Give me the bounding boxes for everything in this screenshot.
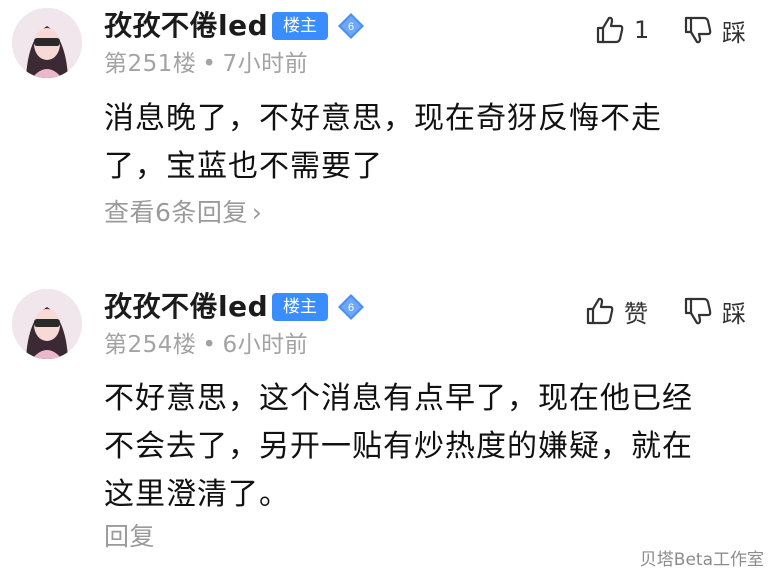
level-number: 6: [348, 21, 354, 33]
watermark: 贝塔Beta工作室: [639, 550, 764, 570]
content-line: 消息晚了，不好意思，现在奇犽反悔不走: [104, 101, 662, 136]
view-replies-link[interactable]: 查看6条回复 ›: [104, 196, 262, 230]
chevron-right-icon: ›: [251, 198, 263, 227]
like-count: 1: [634, 16, 650, 44]
post-meta: 第254楼 • 6小时前: [104, 330, 308, 360]
avatar[interactable]: [12, 289, 82, 359]
meta-separator: •: [202, 332, 217, 358]
reply-link[interactable]: 回复: [104, 520, 155, 554]
like-button[interactable]: 赞: [584, 294, 648, 328]
thumbs-down-icon: [684, 16, 712, 44]
floor-number: 第254楼: [104, 332, 197, 358]
comment-item: 孜孜不倦led 楼主 6 第254楼 • 6小时前 赞 踩 不好意思，这个消息有点早…: [0, 281, 774, 576]
avatar-image: [12, 8, 82, 78]
floor-number: 第251楼: [104, 51, 197, 77]
dislike-label: 踩: [722, 18, 746, 47]
like-label: 赞: [624, 299, 648, 328]
comment-content: 不好意思，这个消息有点早了，现在他已经 不会去了，另开一贴有炒热度的嫌疑，就在 …: [104, 375, 693, 519]
comment-item: 孜孜不倦led 楼主 6 第251楼 • 7小时前 1 踩 消息晚了，不好意思，现在…: [0, 0, 774, 262]
thumbs-up-icon: [596, 16, 624, 44]
view-replies-label: 查看6条回复: [104, 198, 248, 227]
reply-label: 回复: [104, 522, 156, 551]
diamond-level-icon: 6: [336, 292, 366, 322]
avatar-image: [12, 289, 82, 359]
host-badge: 楼主: [272, 12, 328, 40]
dislike-label: 踩: [722, 299, 746, 328]
username[interactable]: 孜孜不倦led: [104, 289, 268, 325]
comment-content: 消息晚了，不好意思，现在奇犽反悔不走 了，宝蓝也不需要了: [104, 95, 662, 191]
post-time: 6小时前: [222, 332, 309, 358]
like-button[interactable]: 1: [594, 13, 649, 47]
level-number: 6: [348, 302, 354, 314]
diamond-level-icon: 6: [336, 11, 366, 41]
thumbs-up-icon: [586, 297, 614, 325]
post-time: 7小时前: [222, 51, 309, 77]
content-line: 这里澄清了。: [104, 477, 290, 512]
content-line: 了，宝蓝也不需要了: [104, 149, 383, 184]
thumbs-down-icon: [684, 297, 712, 325]
content-line: 不会去了，另开一贴有炒热度的嫌疑，就在: [104, 429, 693, 464]
host-badge: 楼主: [272, 293, 328, 321]
dislike-button[interactable]: 踩: [682, 294, 746, 328]
content-line: 不好意思，这个消息有点早了，现在他已经: [104, 381, 693, 416]
meta-separator: •: [202, 51, 217, 77]
dislike-button[interactable]: 踩: [682, 13, 746, 47]
post-meta: 第251楼 • 7小时前: [104, 49, 308, 79]
username[interactable]: 孜孜不倦led: [104, 8, 268, 44]
avatar[interactable]: [12, 8, 82, 78]
